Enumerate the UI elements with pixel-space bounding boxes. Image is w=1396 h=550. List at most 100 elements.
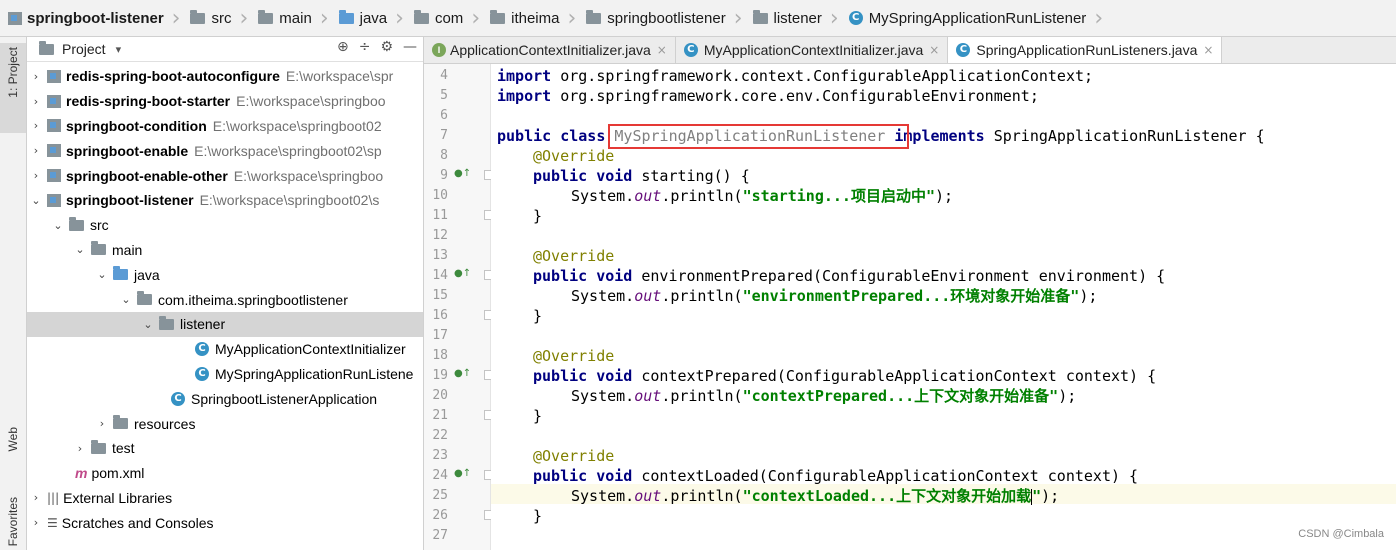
breadcrumb-item-src[interactable]: src xyxy=(182,0,237,36)
code-editor[interactable]: import org.springframework.context.Confi… xyxy=(491,64,1396,550)
line-number: 14 xyxy=(432,268,448,283)
folder-icon xyxy=(69,216,84,231)
code-line-14: public void environmentPrepared(Configur… xyxy=(533,267,1166,285)
breadcrumb-item-listener[interactable]: listener xyxy=(745,0,828,36)
maven-icon: m xyxy=(75,465,88,482)
chevron-down-icon[interactable]: ⌄ xyxy=(95,268,109,281)
tree-item-file[interactable]: m pom.xml xyxy=(27,461,423,486)
chevron-down-icon[interactable]: ⌄ xyxy=(29,194,43,207)
scratches-icon: ☰ xyxy=(47,515,58,530)
tree-item-module[interactable]: › springboot-enable E:\workspace\springboo… xyxy=(27,138,423,163)
chevron-down-icon[interactable]: ⌄ xyxy=(51,219,65,232)
close-icon[interactable]: × xyxy=(929,43,939,57)
breadcrumb-separator: › xyxy=(733,5,743,31)
breadcrumb-item-class[interactable]: C MySpringApplicationRunListener xyxy=(841,0,1093,36)
code-line-10: System.out.println("starting...项目启动中"); xyxy=(571,187,954,205)
chevron-right-icon[interactable]: › xyxy=(29,491,43,504)
tab-applicationcontextinitializer[interactable]: I ApplicationContextInitializer.java × xyxy=(424,37,676,63)
line-number: 13 xyxy=(432,248,448,263)
chevron-right-icon[interactable]: › xyxy=(95,417,109,430)
close-icon[interactable]: × xyxy=(1203,43,1213,57)
line-number: 27 xyxy=(432,528,448,543)
tree-item-libraries[interactable]: › ||| External Libraries xyxy=(27,486,423,511)
code-line-5: import org.springframework.core.env.Conf… xyxy=(497,87,1039,105)
tree-item-class[interactable]: C MyApplicationContextInitializer xyxy=(27,337,423,362)
folder-icon xyxy=(91,439,106,454)
override-marker-icon[interactable]: ●↑ xyxy=(454,364,471,384)
package-icon xyxy=(413,9,429,24)
chevron-down-icon[interactable]: ⌄ xyxy=(73,243,87,256)
chevron-right-icon[interactable]: › xyxy=(29,95,43,108)
collapse-all-icon[interactable]: ÷ xyxy=(359,39,371,55)
locate-icon[interactable]: ⊕ xyxy=(337,39,349,55)
module-icon xyxy=(47,69,61,83)
tree-item-folder[interactable]: ⌄ java xyxy=(27,262,423,287)
line-number: 6 xyxy=(440,108,448,123)
favorites-tool-button[interactable]: Favorites xyxy=(0,497,26,550)
tree-item-scratches[interactable]: › ☰ Scratches and Consoles xyxy=(27,510,423,535)
module-icon xyxy=(47,193,61,207)
close-icon[interactable]: × xyxy=(657,43,667,57)
project-tool-button[interactable]: 1: Project xyxy=(0,43,26,133)
line-number: 19 xyxy=(432,368,448,383)
code-line-11: } xyxy=(533,207,543,225)
tab-springapplicationrunlisteners[interactable]: C SpringApplicationRunListeners.java × xyxy=(948,37,1223,63)
editor-gutter: 4 5 6 7 8 9 10 11 12 13 14 15 16 17 18 19 20 21 22 23 24 25 26… xyxy=(424,64,494,550)
tree-item-module[interactable]: ⌄ springboot-listener E:\workspace\springb… xyxy=(27,188,423,213)
code-line-21: } xyxy=(533,407,543,425)
tree-item-folder[interactable]: ⌄ src xyxy=(27,213,423,238)
breadcrumb-separator: › xyxy=(239,5,249,31)
tree-item-module[interactable]: › redis-spring-boot-starter E:\workspace\s… xyxy=(27,89,423,114)
panel-title[interactable]: Project xyxy=(62,41,106,57)
line-number: 21 xyxy=(432,408,448,423)
code-line-25: System.out.println("contextLoaded...上下文对… xyxy=(571,487,1060,505)
tree-item-folder[interactable]: ⌄ main xyxy=(27,238,423,263)
tree-item-class[interactable]: C MySpringApplicationRunListene xyxy=(27,362,423,387)
breadcrumb-item-springbootlistener[interactable]: springbootlistener xyxy=(578,0,731,36)
chevron-right-icon[interactable]: › xyxy=(29,119,43,132)
chevron-right-icon[interactable]: › xyxy=(29,516,43,529)
line-number: 10 xyxy=(432,188,448,203)
chevron-right-icon[interactable]: › xyxy=(29,169,43,182)
package-icon xyxy=(159,315,174,330)
package-icon xyxy=(137,291,152,306)
view-dropdown-icon[interactable]: ▾ xyxy=(116,43,122,56)
override-marker-icon[interactable]: ●↑ xyxy=(454,164,471,184)
tree-item-package[interactable]: ⌄ com.itheima.springbootlistener xyxy=(27,287,423,312)
code-line-23: @Override xyxy=(533,447,615,465)
chevron-right-icon[interactable]: › xyxy=(73,442,87,455)
chevron-right-icon[interactable]: › xyxy=(29,70,43,83)
web-tool-button[interactable]: Web xyxy=(0,427,26,482)
class-name-highlight-box xyxy=(608,124,909,149)
breadcrumb-separator: › xyxy=(319,5,329,31)
line-number: 24 xyxy=(432,468,448,483)
hide-panel-icon[interactable]: — xyxy=(403,39,417,55)
code-line-9: public void starting() { xyxy=(533,167,750,185)
breadcrumb-item-java[interactable]: java xyxy=(331,0,394,36)
tree-item-module[interactable]: › redis-spring-boot-autoconfigure E:\works… xyxy=(27,64,423,89)
module-icon xyxy=(47,144,61,158)
breadcrumb-item-module[interactable]: springboot-listener xyxy=(0,0,170,36)
tab-myapplicationcontextinitializer[interactable]: C MyApplicationContextInitializer.java × xyxy=(676,37,949,63)
tree-item-folder[interactable]: › test xyxy=(27,436,423,461)
line-number: 22 xyxy=(432,428,448,443)
tree-item-module[interactable]: › springboot-enable-other E:\workspace\spr… xyxy=(27,163,423,188)
tree-item-folder[interactable]: › resources xyxy=(27,411,423,436)
override-marker-icon[interactable]: ●↑ xyxy=(454,464,471,484)
breadcrumb-item-itheima[interactable]: itheima xyxy=(482,0,565,36)
gear-icon[interactable]: ⚙ xyxy=(380,39,393,55)
tree-item-module[interactable]: › springboot-condition E:\workspace\spring… xyxy=(27,114,423,139)
override-marker-icon[interactable]: ●↑ xyxy=(454,264,471,284)
spring-boot-class-icon: C xyxy=(171,391,185,406)
chevron-down-icon[interactable]: ⌄ xyxy=(119,293,133,306)
tree-item-package[interactable]: ⌄ listener xyxy=(27,311,423,337)
line-number: 7 xyxy=(440,128,448,143)
chevron-down-icon[interactable]: ⌄ xyxy=(141,318,155,331)
tree-item-class[interactable]: C SpringbootListenerApplication xyxy=(27,386,423,411)
chevron-right-icon[interactable]: › xyxy=(29,144,43,157)
project-icon xyxy=(39,40,54,55)
breadcrumb-item-com[interactable]: com xyxy=(406,0,469,36)
breadcrumb-separator: › xyxy=(471,5,481,31)
breadcrumb-item-main[interactable]: main xyxy=(250,0,318,36)
libraries-icon: ||| xyxy=(47,490,60,505)
